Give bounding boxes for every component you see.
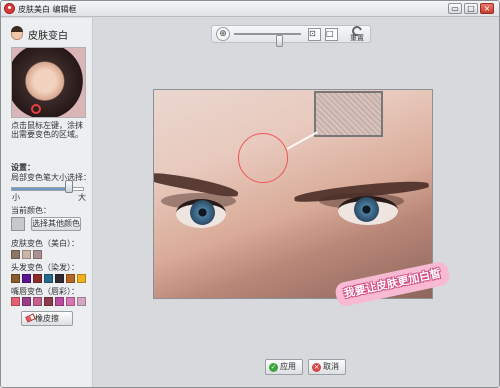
main-window: 皮肤美白 编辑框 ▭ □ × 皮肤变白 点击鼠标左键，涂抹出需要变色的区域。 设… bbox=[0, 0, 500, 388]
hair-color-swatch[interactable] bbox=[66, 274, 75, 283]
minimize-button[interactable]: ▭ bbox=[448, 3, 462, 14]
hair-color-swatch[interactable] bbox=[33, 274, 42, 283]
lip-color-swatch[interactable] bbox=[77, 297, 86, 306]
eraser-label: 橡皮擦 bbox=[35, 314, 59, 323]
hair-color-swatch[interactable] bbox=[22, 274, 31, 283]
brush-target-circle bbox=[238, 133, 288, 183]
eraser-button[interactable]: 橡皮擦 bbox=[21, 311, 73, 326]
skin-color-swatch[interactable] bbox=[22, 250, 31, 259]
fit-window-icon[interactable]: ⊡ bbox=[308, 28, 321, 41]
cancel-label: 取消 bbox=[323, 362, 339, 371]
maximize-button[interactable]: □ bbox=[464, 3, 478, 14]
current-color-swatch bbox=[11, 217, 25, 231]
choose-other-color-button[interactable]: 选择其他颜色 bbox=[31, 217, 81, 231]
lip-color-swatch[interactable] bbox=[66, 297, 75, 306]
cancel-icon: × bbox=[312, 363, 321, 372]
brush-size-handle[interactable] bbox=[64, 180, 73, 193]
close-button[interactable]: × bbox=[480, 3, 494, 14]
preview-connector bbox=[286, 131, 319, 150]
apply-label: 应用 bbox=[280, 362, 296, 371]
size-small-label: 小 bbox=[12, 193, 20, 202]
zoom-in-icon[interactable]: ⊕ bbox=[216, 27, 230, 41]
right-iris bbox=[354, 197, 379, 222]
face-icon bbox=[11, 26, 23, 40]
lip-color-swatch[interactable] bbox=[33, 297, 42, 306]
hair-color-swatch[interactable] bbox=[11, 274, 20, 283]
lip-color-swatch[interactable] bbox=[11, 297, 20, 306]
lip-color-label: 嘴唇变色（唇彩）： bbox=[11, 287, 79, 296]
editor-canvas: ⊕ ⊡ □ 重置 我要让皮肤更加白皙 ✓ 应用 × 取消 bbox=[94, 18, 499, 387]
brush-size-label: 局部变色笔大小选择： bbox=[11, 173, 91, 182]
hair-color-swatch[interactable] bbox=[55, 274, 64, 283]
app-logo-icon bbox=[4, 3, 15, 14]
apply-button[interactable]: ✓ 应用 bbox=[265, 359, 303, 375]
zoom-slider-handle[interactable] bbox=[276, 35, 283, 47]
hair-color-swatch[interactable] bbox=[77, 274, 86, 283]
left-panel: 皮肤变白 点击鼠标左键，涂抹出需要变色的区域。 设置： 局部变色笔大小选择： 小… bbox=[1, 18, 93, 387]
window-title: 皮肤美白 编辑框 bbox=[18, 5, 77, 14]
reset-button[interactable]: 重置 bbox=[345, 24, 369, 42]
title-bar: 皮肤美白 编辑框 ▭ □ × bbox=[1, 1, 499, 17]
brush-size-slider[interactable] bbox=[11, 187, 84, 191]
reference-thumbnail bbox=[11, 47, 86, 118]
panel-title: 皮肤变白 bbox=[28, 31, 68, 42]
instruction-text: 点击鼠标左键，涂抹出需要变色的区域。 bbox=[11, 121, 83, 139]
actual-size-icon[interactable]: □ bbox=[325, 28, 338, 41]
lip-color-swatch[interactable] bbox=[22, 297, 31, 306]
edited-photo[interactable] bbox=[153, 89, 433, 299]
zoom-preview bbox=[314, 91, 383, 137]
thumbnail-marker bbox=[31, 104, 41, 114]
size-large-label: 大 bbox=[78, 193, 86, 202]
panel-header: 皮肤变白 bbox=[11, 26, 91, 42]
hair-color-label: 头发变色（染发）： bbox=[11, 263, 79, 272]
current-color-label: 当前颜色： bbox=[11, 206, 51, 215]
zoom-toolbar: ⊕ ⊡ □ 重置 bbox=[211, 24, 371, 47]
brush-size-fill bbox=[12, 188, 66, 190]
lip-color-swatch[interactable] bbox=[55, 297, 64, 306]
skin-color-swatch[interactable] bbox=[33, 250, 42, 259]
skin-color-swatch[interactable] bbox=[11, 250, 20, 259]
hair-color-swatch[interactable] bbox=[44, 274, 53, 283]
left-iris bbox=[190, 200, 215, 225]
check-icon: ✓ bbox=[269, 363, 278, 372]
lip-color-swatch[interactable] bbox=[44, 297, 53, 306]
zoom-slider[interactable] bbox=[234, 33, 301, 47]
skin-color-label: 皮肤变色（美白）： bbox=[11, 239, 79, 248]
cancel-button[interactable]: × 取消 bbox=[308, 359, 346, 375]
